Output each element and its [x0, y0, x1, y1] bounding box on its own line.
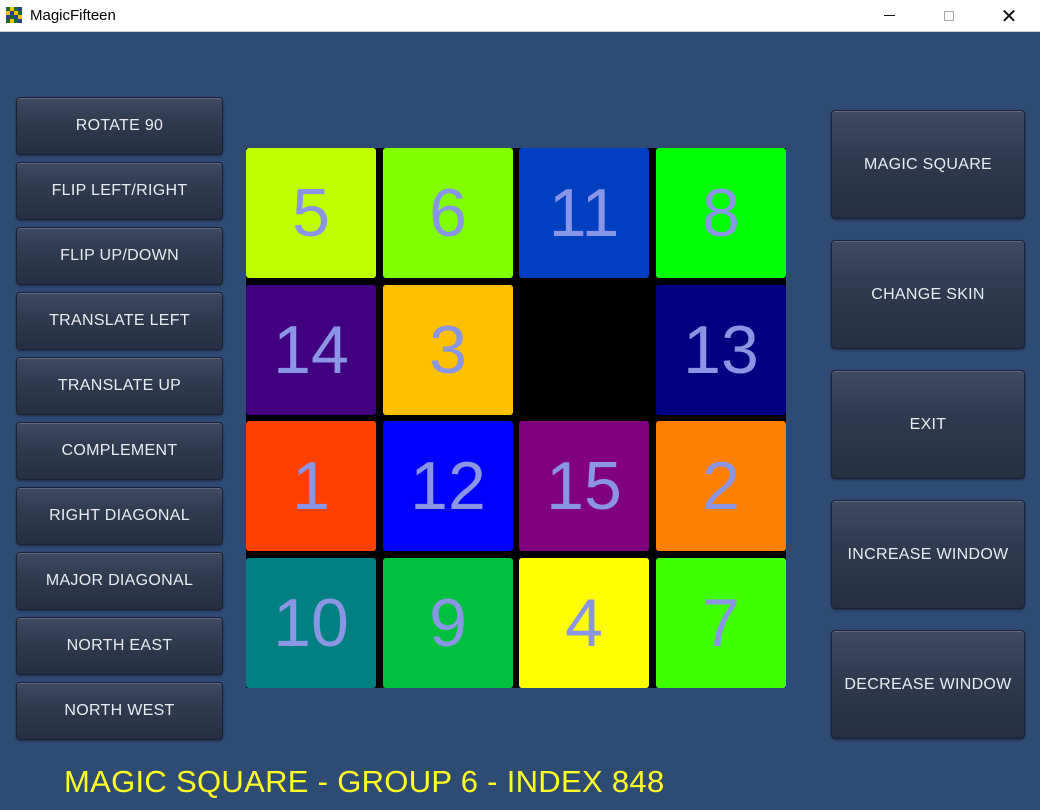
tile-9[interactable]: 9: [383, 558, 513, 688]
decrease-window-button[interactable]: DECREASE WINDOW: [831, 630, 1025, 739]
puzzle-board: 5 6 11 8 14 3 13 1 12 15 2 10 9 4 7: [246, 148, 786, 688]
minimize-button[interactable]: [866, 0, 912, 31]
tile-4[interactable]: 4: [519, 558, 649, 688]
tile-12[interactable]: 12: [383, 421, 513, 551]
magic-square-button[interactable]: MAGIC SQUARE: [831, 110, 1025, 219]
tile-7[interactable]: 7: [656, 558, 786, 688]
tile-13[interactable]: 13: [656, 285, 786, 415]
exit-button[interactable]: EXIT: [831, 370, 1025, 479]
north-east-button[interactable]: NORTH EAST: [16, 617, 223, 675]
tile-15[interactable]: 15: [519, 421, 649, 551]
close-button[interactable]: ✕: [986, 0, 1032, 31]
tile-11[interactable]: 11: [519, 148, 649, 278]
tile-3[interactable]: 3: [383, 285, 513, 415]
translate-left-button[interactable]: TRANSLATE LEFT: [16, 292, 223, 350]
north-west-button[interactable]: NORTH WEST: [16, 682, 223, 740]
maximize-icon: [944, 10, 954, 21]
game-area: ROTATE 90 FLIP LEFT/RIGHT FLIP UP/DOWN TRAN…: [0, 32, 1040, 810]
increase-window-button[interactable]: INCREASE WINDOW: [831, 500, 1025, 609]
major-diagonal-button[interactable]: MAJOR DIAGONAL: [16, 552, 223, 610]
tile-8[interactable]: 8: [656, 148, 786, 278]
rotate-90-button[interactable]: ROTATE 90: [16, 97, 223, 155]
title-bar: MagicFifteen ✕: [0, 0, 1040, 32]
flip-up-down-button[interactable]: FLIP UP/DOWN: [16, 227, 223, 285]
translate-up-button[interactable]: TRANSLATE UP: [16, 357, 223, 415]
tile-6[interactable]: 6: [383, 148, 513, 278]
right-diagonal-button[interactable]: RIGHT DIAGONAL: [16, 487, 223, 545]
minimize-icon: [883, 15, 895, 16]
tile-10[interactable]: 10: [246, 558, 376, 688]
empty-slot: [519, 285, 649, 415]
window-title: MagicFifteen: [30, 7, 116, 24]
status-text: MAGIC SQUARE - GROUP 6 - INDEX 848: [64, 764, 665, 799]
app-icon: [6, 7, 22, 23]
complement-button[interactable]: COMPLEMENT: [16, 422, 223, 480]
maximize-button[interactable]: [926, 0, 972, 31]
close-icon: ✕: [1000, 3, 1018, 28]
tile-14[interactable]: 14: [246, 285, 376, 415]
flip-left-right-button[interactable]: FLIP LEFT/RIGHT: [16, 162, 223, 220]
tile-5[interactable]: 5: [246, 148, 376, 278]
change-skin-button[interactable]: CHANGE SKIN: [831, 240, 1025, 349]
tile-2[interactable]: 2: [656, 421, 786, 551]
tile-1[interactable]: 1: [246, 421, 376, 551]
